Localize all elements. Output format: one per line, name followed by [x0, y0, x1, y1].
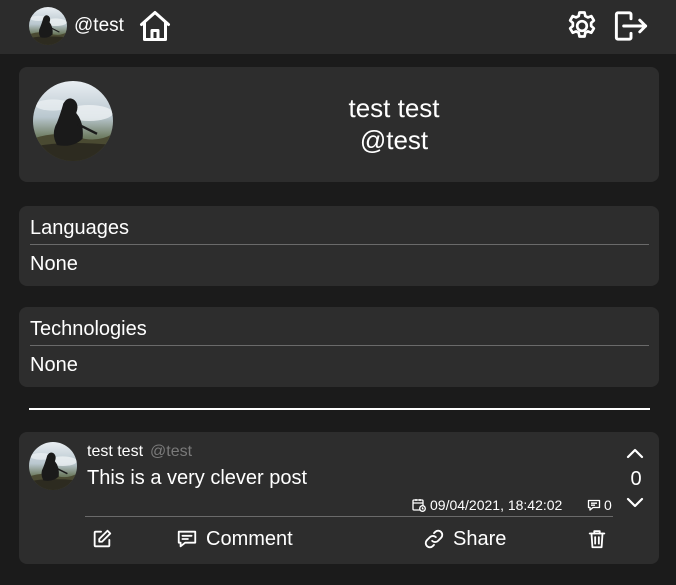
post-comment-count: 0	[604, 497, 612, 513]
languages-section: Languages None	[19, 206, 659, 286]
divider	[85, 516, 613, 517]
technologies-value: None	[30, 354, 78, 376]
divider	[30, 244, 649, 245]
post-author-avatar[interactable]	[29, 442, 77, 490]
upvote-chevron-up-icon[interactable]	[626, 446, 644, 460]
post-author-name[interactable]: test test	[87, 443, 143, 461]
calendar-clock-icon	[412, 498, 426, 512]
home-icon[interactable]	[137, 8, 173, 44]
languages-title: Languages	[30, 217, 129, 239]
post-date: 09/04/2021, 18:42:02	[430, 497, 563, 513]
comment-count-icon	[587, 499, 601, 512]
pencil-icon	[93, 529, 112, 548]
avatar-image	[29, 442, 77, 490]
edit-post-button[interactable]	[91, 526, 113, 552]
share-button-label: Share	[453, 527, 507, 550]
avatar-image	[33, 81, 113, 161]
post-author-handle[interactable]: @test	[150, 443, 192, 461]
languages-value: None	[30, 253, 78, 275]
post-text: This is a very clever post	[87, 467, 308, 489]
comment-button-label: Comment	[206, 527, 293, 550]
link-icon	[424, 529, 444, 549]
section-separator	[29, 408, 650, 410]
delete-post-button[interactable]	[586, 526, 608, 552]
nav-username-link[interactable]: @test	[74, 15, 124, 37]
profile-avatar	[33, 81, 113, 161]
technologies-title: Technologies	[30, 318, 147, 340]
technologies-section: Technologies None	[19, 307, 659, 387]
avatar-image	[29, 7, 67, 45]
share-button[interactable]: Share	[423, 526, 506, 552]
logout-icon[interactable]	[612, 8, 650, 44]
vote-count: 0	[630, 468, 642, 490]
profile-name: test test	[348, 93, 440, 123]
nav-avatar[interactable]	[29, 7, 67, 45]
post-card: test test @test This is a very clever po…	[19, 432, 659, 564]
downvote-chevron-down-icon[interactable]	[626, 496, 644, 510]
profile-handle: @test	[359, 125, 429, 155]
comment-icon	[177, 530, 197, 548]
profile-card: test test @test	[19, 67, 659, 182]
comment-button[interactable]: Comment	[176, 526, 293, 552]
gear-icon[interactable]	[564, 8, 600, 44]
divider	[30, 345, 649, 346]
top-navbar: @test	[0, 0, 676, 54]
trash-icon	[588, 530, 606, 549]
